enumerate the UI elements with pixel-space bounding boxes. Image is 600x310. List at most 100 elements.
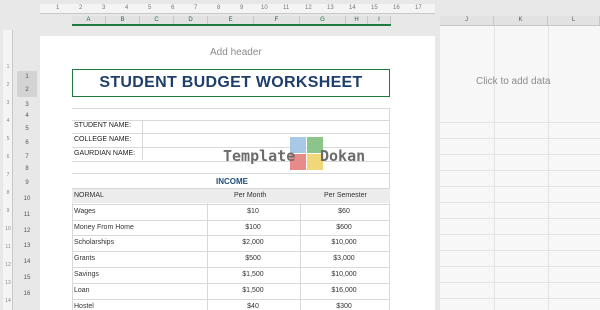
guardian-name-label: GAURDIAN NAME: bbox=[74, 150, 136, 157]
vertical-ruler: 1 2 3 4 5 6 7 8 9 10 11 12 13 14 bbox=[3, 30, 13, 310]
row-label[interactable]: Hostel bbox=[74, 303, 94, 310]
ruler-number: 4 bbox=[6, 118, 10, 124]
column-header-a[interactable]: A bbox=[72, 16, 106, 24]
gridline bbox=[142, 120, 143, 160]
column-header-i[interactable]: I bbox=[368, 16, 391, 24]
column-header-e[interactable]: E bbox=[208, 16, 254, 24]
gridline bbox=[72, 108, 390, 109]
row-label[interactable]: Loan bbox=[74, 287, 90, 294]
column-header-h[interactable]: H bbox=[346, 16, 368, 24]
worksheet-title: STUDENT BUDGET WORKSHEET bbox=[99, 74, 363, 91]
gridline bbox=[72, 173, 390, 174]
ruler-number: 9 bbox=[240, 5, 244, 11]
gridline bbox=[440, 122, 600, 123]
ruler-number: 9 bbox=[6, 208, 10, 214]
row-header-12[interactable]: 12 bbox=[17, 226, 37, 236]
row-label[interactable]: Money From Home bbox=[74, 224, 134, 231]
row-header-7[interactable]: 7 bbox=[17, 152, 37, 162]
worksheet-page[interactable]: Add header STUDENT BUDGET WORKSHEET STUD… bbox=[40, 36, 435, 310]
gridline bbox=[72, 251, 390, 252]
row-header-6[interactable]: 6 bbox=[17, 138, 37, 148]
column-header-d[interactable]: D bbox=[174, 16, 208, 24]
row-month[interactable]: $10 bbox=[223, 208, 283, 215]
ruler-number: 12 bbox=[305, 5, 312, 11]
column-header-bar: A B C D E F G H I bbox=[72, 16, 391, 26]
ruler-number: 12 bbox=[5, 262, 11, 268]
row-label[interactable]: Scholarships bbox=[74, 239, 114, 246]
row-header-2[interactable]: 2 bbox=[17, 84, 37, 97]
row-header-5[interactable]: 5 bbox=[17, 124, 37, 134]
row-header-13[interactable]: 13 bbox=[17, 241, 37, 251]
row-semester[interactable]: $16,000 bbox=[314, 287, 374, 294]
row-header-4[interactable]: 4 bbox=[17, 112, 37, 120]
row-label[interactable]: Wages bbox=[74, 208, 96, 215]
ruler-number: 5 bbox=[6, 136, 10, 142]
row-semester[interactable]: $3,000 bbox=[314, 255, 374, 262]
column-header-k[interactable]: K bbox=[494, 16, 548, 25]
ruler-number: 10 bbox=[261, 5, 268, 11]
ruler-number: 14 bbox=[5, 298, 11, 304]
ruler-number: 17 bbox=[415, 5, 422, 11]
ruler-number: 10 bbox=[5, 226, 11, 232]
row-month[interactable]: $40 bbox=[223, 303, 283, 310]
row-label[interactable]: Savings bbox=[74, 271, 99, 278]
gridline bbox=[440, 218, 600, 219]
gridline bbox=[72, 220, 390, 221]
gridline bbox=[72, 267, 390, 268]
templatedokan-watermark: Template Dokan bbox=[223, 137, 373, 172]
gridline bbox=[440, 154, 600, 155]
row-month[interactable]: $500 bbox=[223, 255, 283, 262]
ruler-number: 3 bbox=[102, 5, 106, 11]
ruler-number: 1 bbox=[56, 5, 60, 11]
watermark-text-dokan: Dokan bbox=[320, 147, 366, 165]
row-month[interactable]: $100 bbox=[223, 224, 283, 231]
ruler-number: 1 bbox=[6, 64, 10, 70]
next-page-area[interactable]: Click to add data bbox=[440, 26, 600, 310]
title-cell[interactable]: STUDENT BUDGET WORKSHEET bbox=[72, 69, 390, 97]
ruler-number: 11 bbox=[283, 5, 290, 11]
row-semester[interactable]: $600 bbox=[314, 224, 374, 231]
ruler-number: 4 bbox=[125, 5, 129, 11]
ruler-number: 15 bbox=[371, 5, 378, 11]
ruler-number: 6 bbox=[171, 5, 175, 11]
gridline bbox=[440, 202, 600, 203]
gridline bbox=[440, 186, 600, 187]
column-header-j[interactable]: J bbox=[440, 16, 494, 25]
row-header-16[interactable]: 16 bbox=[17, 289, 37, 299]
row-semester[interactable]: $10,000 bbox=[314, 239, 374, 246]
gridline bbox=[440, 234, 600, 235]
row-header-15[interactable]: 15 bbox=[17, 273, 37, 283]
row-header-9[interactable]: 9 bbox=[17, 178, 37, 188]
row-header-14[interactable]: 14 bbox=[17, 257, 37, 267]
row-semester[interactable]: $60 bbox=[314, 208, 374, 215]
column-header-c[interactable]: C bbox=[140, 16, 174, 24]
gridline bbox=[440, 282, 600, 283]
row-label[interactable]: Grants bbox=[74, 255, 95, 262]
ruler-number: 2 bbox=[79, 5, 83, 11]
ruler-number: 14 bbox=[349, 5, 356, 11]
row-semester[interactable]: $300 bbox=[314, 303, 374, 310]
gridline bbox=[72, 235, 390, 236]
college-name-label: COLLEGE NAME: bbox=[74, 136, 132, 143]
gridline bbox=[207, 188, 208, 310]
row-month[interactable]: $1,500 bbox=[223, 287, 283, 294]
row-header-8[interactable]: 8 bbox=[17, 165, 37, 173]
row-header-1[interactable]: 1 bbox=[17, 71, 37, 84]
row-semester[interactable]: $10,000 bbox=[314, 271, 374, 278]
row-month[interactable]: $1,500 bbox=[223, 271, 283, 278]
column-header-f[interactable]: F bbox=[254, 16, 300, 24]
student-name-label: STUDENT NAME: bbox=[74, 122, 132, 129]
header-normal: NORMAL bbox=[74, 192, 104, 199]
click-to-add-data-placeholder[interactable]: Click to add data bbox=[476, 76, 551, 87]
row-month[interactable]: $2,000 bbox=[223, 239, 283, 246]
column-header-g[interactable]: G bbox=[300, 16, 346, 24]
row-header-10[interactable]: 10 bbox=[17, 194, 37, 204]
column-header-l[interactable]: L bbox=[548, 16, 600, 25]
gridline bbox=[72, 188, 73, 310]
column-header-b[interactable]: B bbox=[106, 16, 140, 24]
ruler-number: 7 bbox=[194, 5, 198, 11]
add-header-placeholder[interactable]: Add header bbox=[210, 47, 262, 58]
row-header-11[interactable]: 11 bbox=[17, 210, 37, 220]
row-header-3[interactable]: 3 bbox=[17, 101, 37, 109]
gridline bbox=[72, 283, 390, 284]
